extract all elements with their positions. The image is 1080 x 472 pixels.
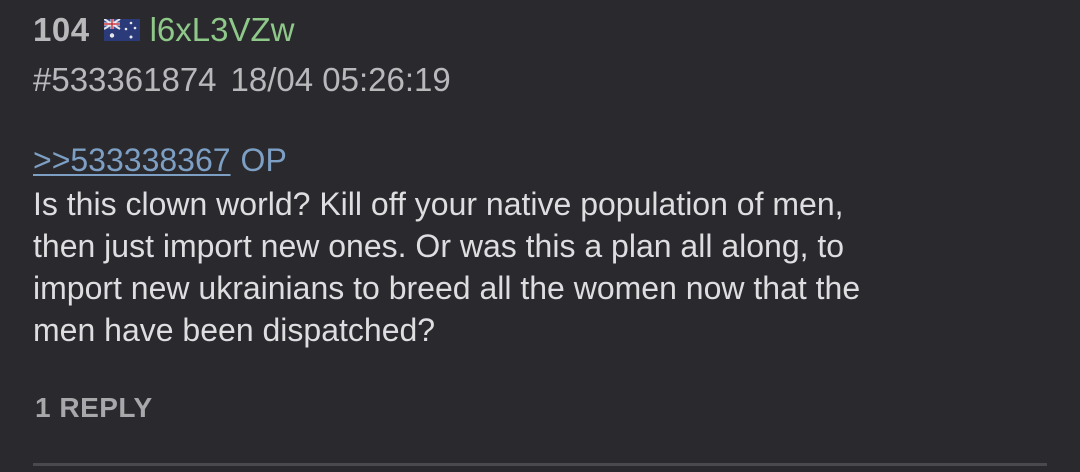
quote-link[interactable]: >>533338367 (33, 142, 231, 179)
post-body: Is this clown world? Kill off your nativ… (33, 183, 1043, 351)
post-body-line: men have been dispatched? (33, 312, 436, 348)
post-body-line: then just import new ones. Or was this a… (33, 228, 845, 264)
post-index: 104 (33, 11, 90, 48)
australia-flag-icon (103, 18, 140, 41)
poster-id[interactable]: l6xL3VZw (150, 11, 295, 49)
op-tag: OP (240, 141, 287, 178)
post-divider (33, 463, 1047, 466)
post-timestamp: 18/04 05:26:19 (230, 61, 451, 98)
replies-button[interactable]: 1 REPLY (35, 388, 153, 428)
post-number[interactable]: #533361874 (33, 61, 217, 99)
post-card: 104 l6xL3VZw #533361874 18/04 05:26:19 >… (0, 0, 1080, 472)
post-body-line: Is this clown world? Kill off your nativ… (33, 186, 844, 222)
post-header: 104 l6xL3VZw (33, 10, 294, 50)
quote-row: >>533338367 OP (33, 140, 287, 180)
post-body-line: import new ukrainians to breed all the w… (33, 270, 861, 306)
post-meta: #533361874 18/04 05:26:19 (33, 60, 451, 100)
